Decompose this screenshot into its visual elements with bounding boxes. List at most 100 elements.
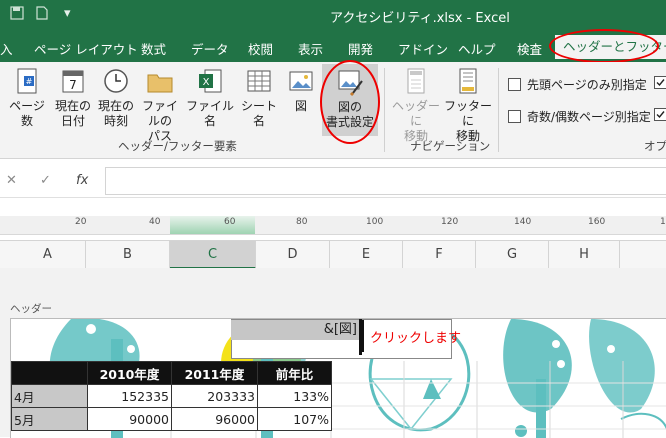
file-path-button[interactable]: ファイルの パス: [137, 66, 183, 144]
svg-text:X: X: [203, 77, 210, 88]
sheet-grid-icon: [244, 66, 274, 96]
column-header-g[interactable]: G: [476, 241, 549, 269]
folder-icon: [145, 66, 175, 96]
ruler-highlight: [170, 216, 255, 234]
tab-help[interactable]: ヘルプ: [458, 39, 496, 58]
current-time-button[interactable]: 現在の 時刻: [96, 66, 136, 129]
header-picture-code[interactable]: &[図]: [231, 320, 359, 340]
goto-header-label-1: ヘッダーに: [391, 99, 440, 128]
formula-bar: ✕ ✓ fx: [0, 163, 666, 198]
page-number-icon: #: [12, 66, 42, 96]
tab-view[interactable]: 表示: [298, 39, 323, 58]
calendar-icon: 7: [58, 66, 88, 96]
sheet-name-button[interactable]: シート名: [237, 66, 281, 129]
ruler-number: 60: [224, 217, 236, 227]
page-number-button[interactable]: # ページ数: [4, 66, 50, 129]
column-header-b[interactable]: B: [86, 241, 170, 269]
window-title: アクセシビリティ.xlsx - Excel: [330, 11, 510, 26]
navigation-group-label: ナビゲーション: [410, 139, 491, 153]
ruler-number: 160: [588, 217, 606, 227]
column-headers: A B C D E F G H: [0, 240, 666, 270]
table-cell[interactable]: 5月: [11, 407, 88, 431]
current-date-button[interactable]: 7 現在の 日付: [53, 66, 93, 129]
checkbox-box[interactable]: [508, 110, 521, 123]
scale-with-document-checkbox[interactable]: [654, 76, 666, 90]
current-time-label-1: 現在の: [97, 99, 134, 113]
checkbox-checked-icon[interactable]: [654, 108, 666, 121]
file-name-label: ファイル名: [185, 99, 234, 128]
odd-even-different-checkbox[interactable]: 奇数/偶数ページ別指定: [508, 108, 651, 125]
table-header-cell[interactable]: 2011年度: [171, 361, 258, 385]
elements-group-label: ヘッダー/フッター要素: [118, 139, 237, 153]
column-header-d[interactable]: D: [256, 241, 330, 269]
tab-addins[interactable]: アドイン: [398, 39, 448, 58]
table-cell[interactable]: 152335: [87, 384, 172, 408]
goto-footer-button[interactable]: フッターに 移動: [442, 66, 494, 144]
goto-footer-icon: [453, 66, 483, 96]
column-header-h[interactable]: H: [549, 241, 620, 269]
enter-icon[interactable]: ✓: [40, 173, 51, 188]
current-date-label-2: 日付: [60, 114, 85, 128]
table-header-cell[interactable]: [11, 361, 88, 385]
title-bar: ▾ アクセシビリティ.xlsx - Excel: [0, 0, 666, 32]
tab-page-layout[interactable]: ページ レイアウト: [34, 39, 138, 58]
page-number-label: ページ数: [9, 99, 45, 128]
table-header-cell[interactable]: 2010年度: [87, 361, 172, 385]
table-cell[interactable]: 203333: [171, 384, 258, 408]
ruler-number: 180: [660, 217, 666, 227]
align-with-margins-checkbox[interactable]: [654, 108, 666, 122]
odd-even-different-label: 奇数/偶数ページ別指定: [527, 110, 651, 124]
current-date-label-1: 現在の: [54, 99, 91, 113]
column-header-c[interactable]: C: [170, 241, 256, 269]
ruler-number: 140: [514, 217, 532, 227]
table-row: 5月 90000 96000 107%: [11, 407, 332, 431]
table-cell[interactable]: 96000: [171, 407, 258, 431]
table-cell[interactable]: 90000: [87, 407, 172, 431]
sheet-name-label: シート名: [240, 99, 277, 128]
tab-formulas[interactable]: 数式: [141, 39, 166, 58]
qat-customize-icon[interactable]: ▾: [64, 6, 71, 21]
tab-developer[interactable]: 開発: [348, 39, 373, 58]
table-cell[interactable]: 133%: [257, 384, 332, 408]
ruler-number: 20: [75, 217, 87, 227]
header-section-label: ヘッダー: [10, 303, 52, 315]
insert-function-icon[interactable]: fx: [76, 173, 88, 188]
new-file-icon[interactable]: [36, 6, 48, 24]
ruler-number: 40: [149, 217, 161, 227]
picture-label: 図: [294, 99, 307, 113]
checkbox-checked-icon[interactable]: [654, 76, 666, 89]
clock-icon: [101, 66, 131, 96]
tab-inspect[interactable]: 検査: [517, 39, 542, 58]
first-page-different-checkbox[interactable]: 先頭ページのみ別指定: [508, 76, 647, 93]
table-cell[interactable]: 4月: [11, 384, 88, 408]
goto-footer-label-1: フッターに: [443, 99, 492, 128]
goto-header-button[interactable]: ヘッダーに 移動: [390, 66, 442, 144]
formula-input[interactable]: [105, 167, 666, 195]
table-row: 4月 152335 203333 133%: [11, 384, 332, 408]
column-header-f[interactable]: F: [403, 241, 476, 269]
file-name-button[interactable]: X ファイル名: [185, 66, 235, 129]
tab-data[interactable]: データ: [191, 39, 229, 58]
current-time-label-2: 時刻: [103, 114, 128, 128]
ruler-number: 120: [441, 217, 459, 227]
format-picture-highlight-oval: [320, 60, 380, 144]
file-path-label-1: ファイルの: [141, 99, 178, 128]
table-header-cell[interactable]: 前年比: [257, 361, 332, 385]
ribbon-separator: [384, 68, 385, 152]
table-header-row: 2010年度 2011年度 前年比: [11, 361, 332, 385]
horizontal-ruler: 20 40 60 80 100 120 140 160 180: [0, 216, 666, 235]
column-header-e[interactable]: E: [330, 241, 403, 269]
picture-button[interactable]: 図: [285, 66, 317, 114]
column-header-a[interactable]: A: [10, 241, 86, 269]
svg-text:7: 7: [69, 78, 77, 92]
ruler-number: 80: [296, 217, 308, 227]
tab-review[interactable]: 校閲: [248, 39, 273, 58]
data-table: 2010年度 2011年度 前年比 4月 152335 203333 133% …: [11, 361, 332, 431]
save-icon[interactable]: [10, 6, 24, 24]
svg-text:#: #: [26, 77, 33, 86]
table-cell[interactable]: 107%: [257, 407, 332, 431]
options-group-label: オプ: [644, 139, 666, 153]
tab-insert[interactable]: 入: [0, 39, 13, 58]
cancel-icon[interactable]: ✕: [6, 173, 17, 188]
checkbox-box[interactable]: [508, 78, 521, 91]
